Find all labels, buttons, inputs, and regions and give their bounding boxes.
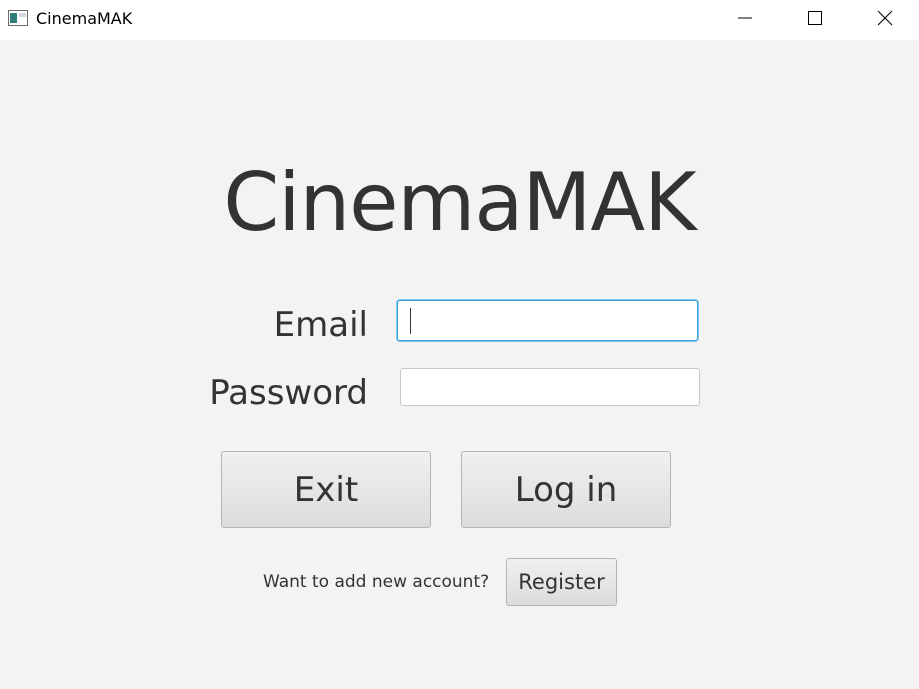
register-prompt: Want to add new account? — [263, 572, 490, 592]
password-label: Password — [209, 373, 368, 413]
app-heading: CinemaMAK — [223, 156, 696, 249]
email-label: Email — [273, 305, 368, 345]
password-field[interactable] — [400, 368, 700, 406]
email-field[interactable] — [397, 300, 698, 341]
window-title: CinemaMAK — [36, 9, 133, 28]
app-window-icon — [8, 10, 28, 26]
maximize-button[interactable] — [792, 0, 838, 36]
title-bar: CinemaMAK — [0, 0, 919, 40]
exit-button[interactable]: Exit — [221, 451, 431, 528]
close-button[interactable] — [862, 0, 908, 36]
register-button[interactable]: Register — [506, 558, 617, 606]
login-button[interactable]: Log in — [461, 451, 671, 528]
minimize-button[interactable] — [722, 0, 768, 36]
maximize-icon — [808, 11, 822, 25]
minimize-icon — [738, 17, 752, 19]
text-caret — [410, 308, 411, 334]
close-icon — [877, 10, 893, 26]
